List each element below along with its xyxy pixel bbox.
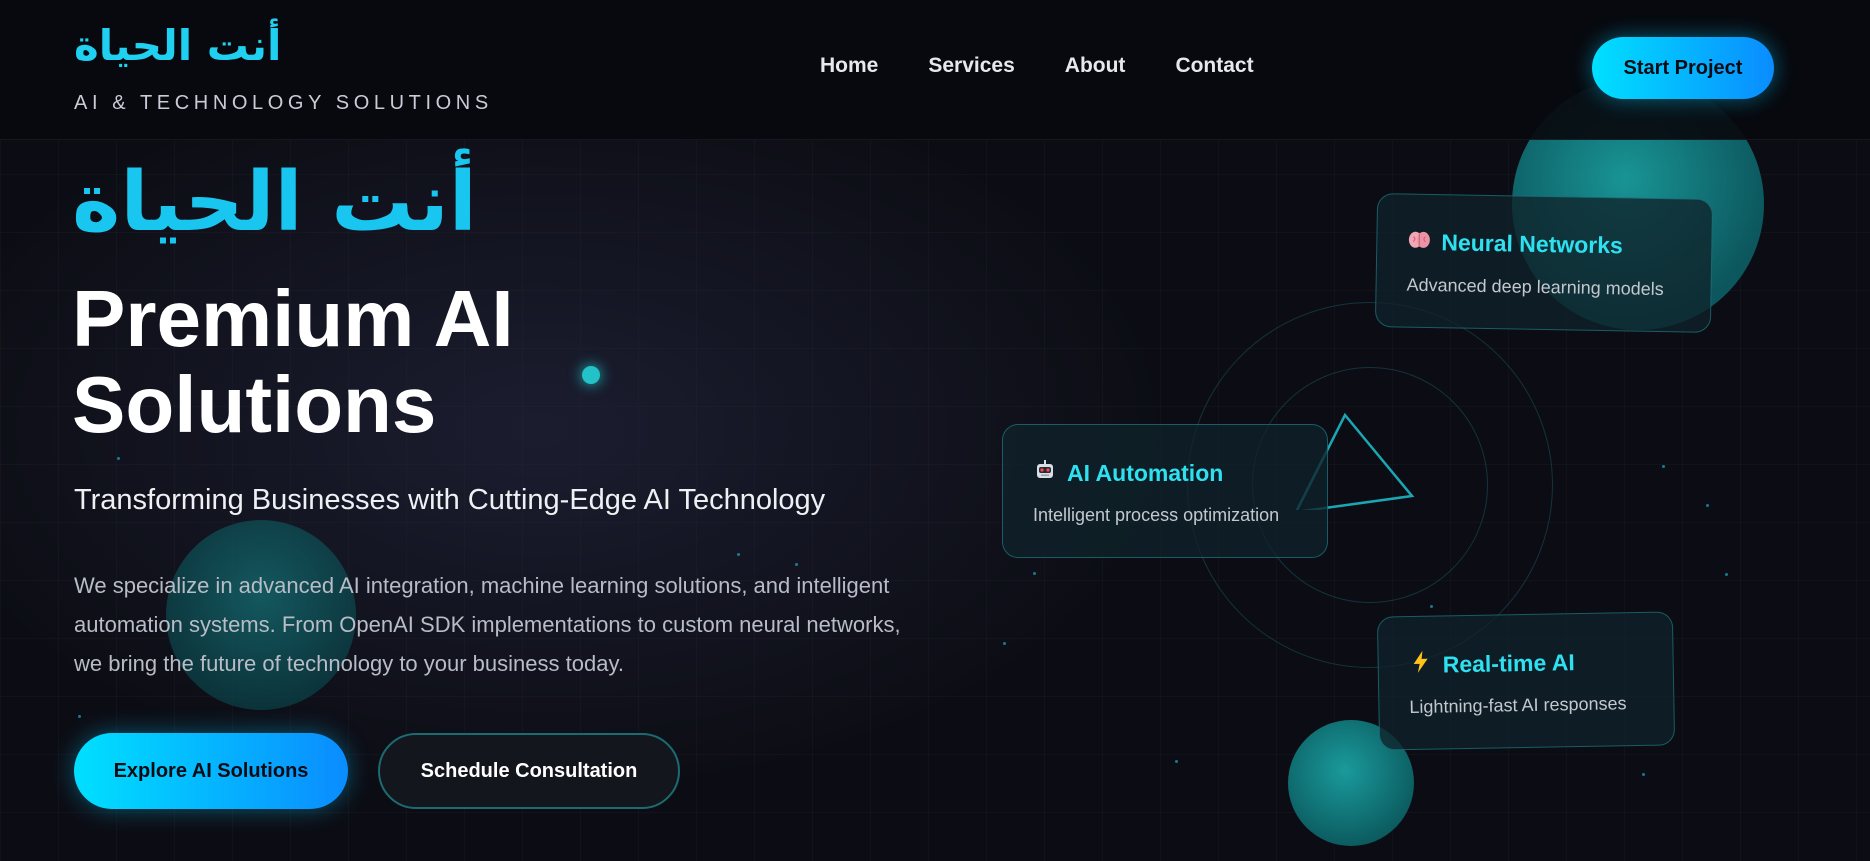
logo-subtitle: AI & TECHNOLOGY SOLUTIONS [74, 92, 493, 114]
nav-services[interactable]: Services [928, 54, 1014, 78]
site-header: أنت الحياة AI & TECHNOLOGY SOLUTIONS Hom… [0, 0, 1870, 140]
nav-contact[interactable]: Contact [1175, 54, 1253, 78]
brain-icon [1407, 229, 1431, 255]
card-description: Advanced deep learning models [1406, 274, 1664, 300]
decorative-spark [78, 715, 81, 718]
decorative-spark [1706, 504, 1709, 507]
card-description: Lightning-fast AI responses [1409, 693, 1627, 718]
robot-icon [1033, 459, 1057, 487]
decorative-spark [1725, 573, 1728, 576]
card-description: Intelligent process optimization [1033, 505, 1280, 525]
card-title: Real-time AI [1442, 648, 1575, 677]
card-title-row: Neural Networks [1407, 229, 1623, 260]
decorative-spark [737, 553, 740, 556]
main-nav: Home Services About Contact [820, 54, 1254, 78]
lightning-icon [1408, 650, 1432, 679]
hero-title-line1: Premium AI [72, 274, 514, 363]
decorative-spark [1642, 773, 1645, 776]
card-title-row: Real-time AI [1408, 648, 1575, 679]
feature-card-real-time-ai[interactable]: Real-time AI Lightning-fast AI responses [1376, 611, 1676, 751]
start-project-button[interactable]: Start Project [1592, 37, 1774, 99]
decorative-spark [1033, 572, 1036, 575]
card-title-row: AI Automation [1033, 459, 1223, 487]
hero-subtitle: Transforming Businesses with Cutting-Edg… [74, 484, 826, 516]
hero-description: We specialize in advanced AI integration… [74, 573, 901, 676]
card-title: Neural Networks [1441, 229, 1624, 259]
feature-card-ai-automation[interactable]: AI Automation Intelligent process optimi… [1002, 424, 1328, 558]
decorative-spark [1003, 642, 1006, 645]
decorative-spark [1662, 465, 1665, 468]
explore-ai-solutions-button[interactable]: Explore AI Solutions [74, 733, 348, 809]
decorative-spark [117, 457, 120, 460]
decorative-spark [1430, 605, 1433, 608]
nav-about[interactable]: About [1065, 54, 1126, 78]
nav-home[interactable]: Home [820, 54, 878, 78]
decorative-spark [1175, 760, 1178, 763]
card-title: AI Automation [1067, 459, 1224, 486]
logo-arabic[interactable]: أنت الحياة [74, 18, 281, 74]
hero-title: Premium AI Solutions [72, 276, 772, 448]
feature-card-neural-networks[interactable]: Neural Networks Advanced deep learning m… [1374, 193, 1714, 333]
schedule-consultation-button[interactable]: Schedule Consultation [378, 733, 680, 809]
hero-arabic-title: أنت الحياة [72, 155, 477, 250]
hero-title-line2: Solutions [72, 360, 437, 449]
